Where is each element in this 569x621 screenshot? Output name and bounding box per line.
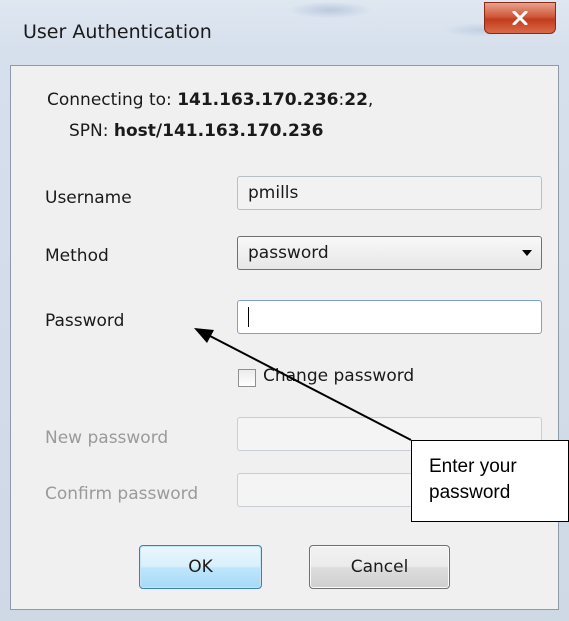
spn-value: host/141.163.170.236: [113, 121, 324, 141]
host-port: 22: [344, 90, 368, 110]
dialog-title: User Authentication: [23, 21, 212, 43]
password-label: Password: [45, 311, 125, 331]
host-address: 141.163.170.236: [177, 90, 339, 110]
cancel-button[interactable]: Cancel: [309, 545, 450, 589]
connection-suffix: ,: [367, 90, 374, 110]
ok-button-label: OK: [188, 557, 213, 577]
change-password-label[interactable]: Change password: [263, 366, 414, 386]
password-field[interactable]: [237, 300, 542, 334]
chevron-down-icon: [522, 250, 532, 256]
spn-label: SPN:: [69, 121, 114, 141]
dialog-body: Connecting to: 141.163.170.236:22, SPN: …: [10, 65, 559, 610]
connection-info: Connecting to: 141.163.170.236:22,: [47, 90, 373, 110]
callout-line-2: password: [429, 482, 511, 503]
change-password-checkbox[interactable]: [238, 369, 256, 387]
connecting-to-label: Connecting to:: [47, 90, 178, 110]
method-label: Method: [45, 246, 109, 266]
confirm-password-label: Confirm password: [45, 484, 199, 504]
method-select[interactable]: password: [237, 236, 542, 270]
ok-button[interactable]: OK: [139, 545, 262, 589]
close-button[interactable]: [484, 2, 556, 34]
text-caret: [248, 307, 249, 327]
spn-info: SPN: host/141.163.170.236: [69, 121, 323, 141]
method-selected-value: password: [248, 243, 329, 263]
username-field[interactable]: pmills: [237, 176, 542, 210]
user-authentication-dialog: User Authentication Connecting to: 141.1…: [0, 0, 569, 621]
cancel-button-label: Cancel: [350, 557, 409, 577]
callout-line-1: Enter your: [429, 456, 517, 477]
username-label: Username: [45, 188, 132, 208]
close-icon: [512, 11, 528, 25]
annotation-callout: Enter your password: [411, 440, 569, 522]
new-password-label: New password: [45, 428, 169, 448]
